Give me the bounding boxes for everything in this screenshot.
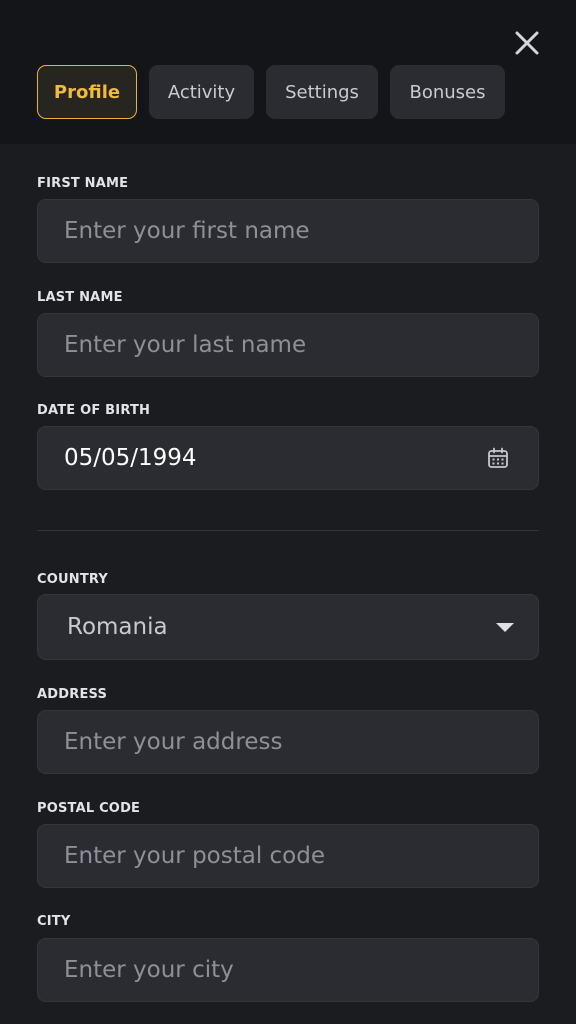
last-name-field[interactable] [37, 313, 539, 377]
city-field[interactable] [37, 938, 539, 1002]
close-button[interactable] [510, 26, 544, 60]
date-of-birth-value: 05/05/1994 [64, 445, 197, 471]
caret-down-icon[interactable] [496, 623, 514, 632]
section-divider [37, 530, 539, 531]
first-name-field[interactable] [37, 199, 539, 263]
postal-code-input[interactable] [64, 843, 504, 869]
country-selected-value: Romania [67, 614, 168, 640]
country-select[interactable]: Romania [37, 594, 539, 660]
tab-bonuses[interactable]: Bonuses [390, 65, 505, 119]
last-name-label: LAST NAME [37, 290, 123, 305]
city-label: CITY [37, 914, 71, 929]
first-name-label: FIRST NAME [37, 176, 129, 191]
calendar-icon[interactable] [486, 446, 510, 470]
date-of-birth-label: DATE OF BIRTH [37, 403, 151, 418]
address-field[interactable] [37, 710, 539, 774]
first-name-input[interactable] [64, 218, 504, 244]
close-icon[interactable] [514, 30, 540, 56]
header: Profile Activity Settings Bonuses [0, 0, 576, 144]
tab-activity[interactable]: Activity [149, 65, 254, 119]
last-name-input[interactable] [64, 332, 504, 358]
tab-bar: Profile Activity Settings Bonuses [37, 65, 517, 119]
city-input[interactable] [64, 957, 504, 983]
address-input[interactable] [64, 729, 504, 755]
date-of-birth-field[interactable]: 05/05/1994 [37, 426, 539, 490]
tab-profile[interactable]: Profile [37, 65, 137, 119]
country-label: COUNTRY [37, 572, 109, 587]
tab-settings[interactable]: Settings [266, 65, 378, 119]
postal-code-field[interactable] [37, 824, 539, 888]
address-label: ADDRESS [37, 687, 108, 702]
postal-code-label: POSTAL CODE [37, 801, 141, 816]
